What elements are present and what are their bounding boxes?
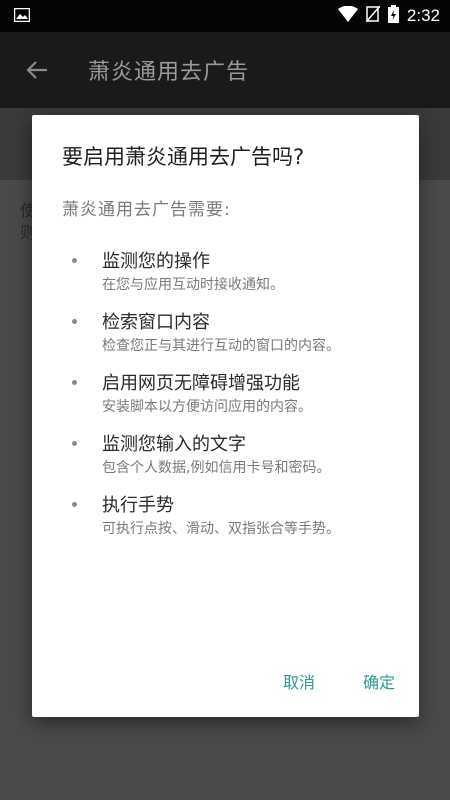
permission-desc: 可执行点按、滑动、双指张合等手势。	[102, 521, 340, 537]
permission-title: 监测您的操作	[102, 251, 210, 272]
app-title: 萧炎通用去广告	[88, 60, 250, 85]
permission-item: 启用网页无障碍增强功能 安装脚本以方便访问应用的内容。	[32, 372, 419, 417]
status-bar: 2:32	[0, 0, 450, 32]
permission-desc: 在您与应用互动时接收通知。	[102, 277, 284, 293]
permission-dialog: 要启用萧炎通用去广告吗? 萧炎通用去广告需要: 监测您的操作 在您与应用互动时接…	[32, 115, 419, 717]
image-icon	[13, 7, 31, 26]
battery-icon	[387, 5, 399, 27]
permission-desc: 包含个人数据,例如信用卡号和密码。	[102, 460, 331, 476]
permission-title: 检索窗口内容	[102, 312, 210, 333]
permission-title: 启用网页无障碍增强功能	[102, 373, 300, 394]
dialog-title: 要启用萧炎通用去广告吗?	[62, 145, 305, 169]
permission-item: 监测您输入的文字 包含个人数据,例如信用卡号和密码。	[32, 433, 419, 478]
permission-title: 监测您输入的文字	[102, 434, 246, 455]
permission-title: 执行手势	[102, 495, 174, 516]
permission-desc: 安装脚本以方便访问应用的内容。	[102, 399, 312, 415]
bullet-icon	[72, 380, 77, 385]
cancel-button[interactable]: 取消	[279, 663, 319, 699]
bullet-icon	[72, 258, 77, 263]
bullet-icon	[72, 319, 77, 324]
permission-desc: 检查您正与其进行互动的窗口的内容。	[102, 338, 340, 354]
wifi-icon	[337, 5, 358, 26]
permission-item: 监测您的操作 在您与应用互动时接收通知。	[32, 250, 419, 295]
bullet-icon	[72, 441, 77, 446]
back-arrow-icon[interactable]	[22, 55, 52, 85]
status-time: 2:32	[406, 6, 440, 25]
permission-list: 监测您的操作 在您与应用互动时接收通知。 检索窗口内容 检查您正与其进行互动的窗…	[32, 250, 419, 555]
dialog-subtitle: 萧炎通用去广告需要:	[62, 200, 231, 220]
ok-button[interactable]: 确定	[359, 663, 399, 699]
permission-item: 检索窗口内容 检查您正与其进行互动的窗口的内容。	[32, 311, 419, 356]
no-signal-icon	[365, 5, 381, 26]
dialog-actions: 取消 确定	[279, 663, 399, 699]
permission-item: 执行手势 可执行点按、滑动、双指张合等手势。	[32, 494, 419, 539]
app-bar: 萧炎通用去广告	[0, 32, 450, 108]
bullet-icon	[72, 502, 77, 507]
